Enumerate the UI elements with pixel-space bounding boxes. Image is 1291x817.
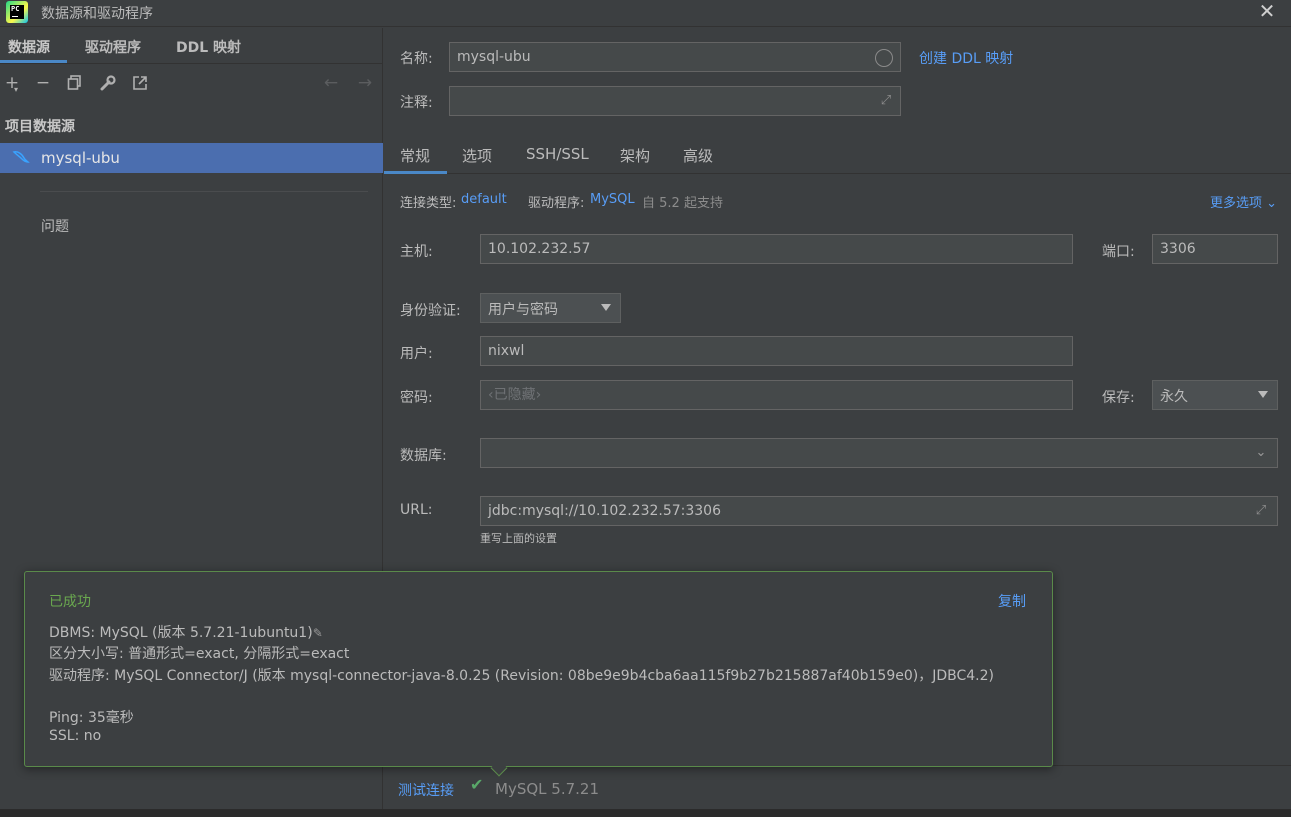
- connection-type-label: 连接类型:: [400, 196, 457, 211]
- name-input[interactable]: mysql-ubu: [449, 42, 901, 72]
- plus-icon[interactable]: + ▾: [2, 73, 22, 94]
- save-select[interactable]: 永久: [1152, 380, 1278, 410]
- minus-icon[interactable]: −: [33, 73, 53, 93]
- dbms-text: DBMS: MySQL (版本 5.7.21-1ubuntu1): [49, 625, 313, 641]
- port-label: 端口:: [1102, 244, 1135, 260]
- copy-icon[interactable]: [65, 73, 85, 93]
- tab-options[interactable]: 选项: [462, 145, 492, 166]
- expand-icon[interactable]: ⤢: [1253, 503, 1269, 519]
- problems-item[interactable]: 问题: [41, 216, 69, 236]
- settings-tab-bar: 常规 选项 SSH/SSL 架构 高级: [384, 138, 1291, 174]
- chevron-down-icon: ⌄: [1266, 196, 1278, 211]
- tab-drivers[interactable]: 驱动程序: [85, 37, 141, 57]
- driver-note: 自 5.2 起支持: [642, 196, 723, 211]
- auth-select[interactable]: 用户与密码: [480, 293, 621, 323]
- tab-ddl-mappings[interactable]: DDL 映射: [176, 37, 241, 57]
- connection-type-link[interactable]: default: [461, 192, 507, 207]
- expand-icon[interactable]: ⤢: [878, 93, 894, 109]
- divider: [40, 191, 368, 192]
- arrow-left-icon[interactable]: ←: [321, 73, 341, 93]
- active-tab-indicator: [0, 60, 67, 63]
- password-input[interactable]: ‹已隐藏›: [480, 380, 1073, 410]
- dbms-line: DBMS: MySQL (版本 5.7.21-1ubuntu1)✎: [49, 622, 327, 642]
- auth-select-value: 用户与密码: [488, 302, 558, 318]
- ssl-line: SSL: no: [49, 728, 102, 744]
- case-line: 区分大小写: 普通形式=exact, 分隔形式=exact: [49, 646, 350, 662]
- export-icon[interactable]: [130, 73, 150, 93]
- pycharm-icon: PC: [6, 1, 28, 23]
- tab-general[interactable]: 常规: [400, 145, 430, 166]
- ping-line: Ping: 35毫秒: [49, 710, 134, 726]
- test-connection-link[interactable]: 测试连接: [398, 780, 454, 800]
- status-strip: [0, 809, 1291, 817]
- title-bar: PC 数据源和驱动程序 ✕: [0, 0, 1291, 27]
- datasource-item-mysql-ubu[interactable]: mysql-ubu: [0, 143, 383, 173]
- left-tab-bar: 数据源 驱动程序 DDL 映射: [0, 28, 383, 64]
- mysql-dolphin-icon: [12, 148, 32, 168]
- url-hint: 重写上面的设置: [480, 532, 557, 545]
- tab-datasources[interactable]: 数据源: [8, 37, 50, 57]
- host-input[interactable]: 10.102.232.57: [480, 234, 1073, 264]
- caret-down-icon: [601, 304, 611, 311]
- auth-label: 身份验证:: [400, 303, 461, 319]
- user-label: 用户:: [400, 346, 433, 362]
- wrench-icon[interactable]: [98, 73, 118, 93]
- port-input[interactable]: 3306: [1152, 234, 1278, 264]
- user-input[interactable]: nixwl: [480, 336, 1073, 366]
- name-label: 名称:: [400, 51, 433, 67]
- comment-label: 注释:: [400, 95, 433, 111]
- url-input[interactable]: jdbc:mysql://10.102.232.57:3306: [480, 496, 1278, 526]
- more-options-link[interactable]: 更多选项 ⌄: [1210, 192, 1277, 211]
- tab-schemas[interactable]: 架构: [620, 145, 650, 166]
- url-label: URL:: [400, 502, 433, 518]
- password-label: 密码:: [400, 390, 433, 406]
- tab-advanced[interactable]: 高级: [683, 145, 713, 166]
- chevron-down-icon[interactable]: ⌄: [1254, 446, 1268, 460]
- tab-ssh-ssl[interactable]: SSH/SSL: [526, 145, 589, 163]
- host-label: 主机:: [400, 244, 433, 260]
- driver-line: 驱动程序: MySQL Connector/J (版本 mysql-connec…: [49, 668, 994, 684]
- project-datasources-header: 项目数据源: [5, 119, 75, 135]
- create-ddl-mapping-link[interactable]: 创建 DDL 映射: [919, 48, 1013, 68]
- arrow-right-icon[interactable]: →: [355, 73, 375, 93]
- copy-link[interactable]: 复制: [998, 591, 1026, 611]
- close-icon[interactable]: ✕: [1257, 1, 1277, 21]
- driver-label: 驱动程序:: [528, 196, 585, 211]
- window-title: 数据源和驱动程序: [41, 6, 153, 22]
- save-label: 保存:: [1102, 390, 1135, 406]
- save-select-value: 永久: [1160, 389, 1188, 405]
- comment-input[interactable]: [449, 86, 901, 116]
- connection-result: MySQL 5.7.21: [495, 780, 599, 798]
- bottom-bar: 测试连接 ✔ MySQL 5.7.21: [384, 765, 1291, 809]
- connection-success-popup: 已成功 复制 DBMS: MySQL (版本 5.7.21-1ubuntu1)✎…: [24, 571, 1053, 777]
- database-input[interactable]: [480, 438, 1278, 468]
- active-tab-indicator: [384, 171, 447, 174]
- pencil-icon[interactable]: ✎: [313, 626, 327, 640]
- check-icon: ✔: [470, 775, 484, 794]
- caret-down-icon: [1258, 391, 1268, 398]
- color-circle-icon[interactable]: [875, 49, 893, 67]
- database-label: 数据库:: [400, 448, 447, 464]
- datasource-label: mysql-ubu: [41, 149, 120, 167]
- popup-title: 已成功: [49, 594, 91, 610]
- driver-link[interactable]: MySQL: [590, 192, 635, 207]
